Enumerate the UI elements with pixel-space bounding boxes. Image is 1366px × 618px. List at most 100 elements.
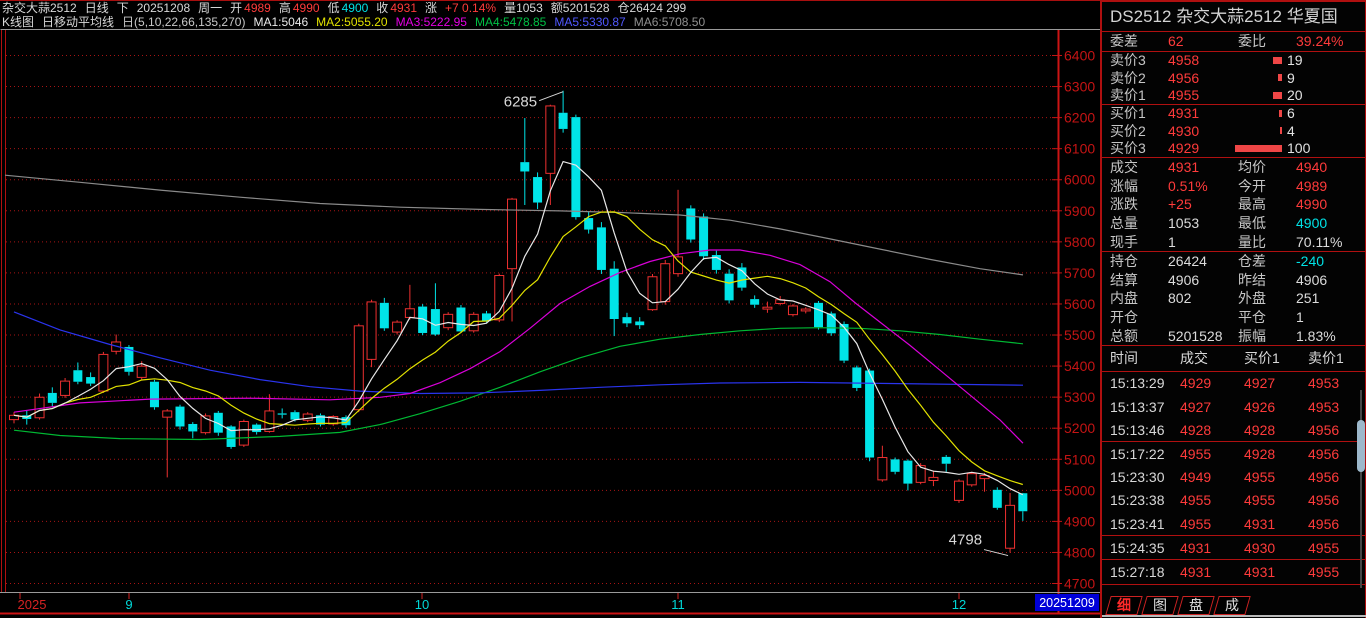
candle-up — [801, 309, 810, 311]
candle-down — [942, 457, 951, 464]
tape-row: 15:24:35493149304955 — [1102, 536, 1365, 559]
level-price: 4930 — [1168, 123, 1230, 139]
tape-row: 15:13:29492949274953 — [1102, 372, 1365, 395]
annotation-low: 4798 — [949, 532, 982, 549]
ma-legend-item: K线图 — [0, 16, 34, 29]
tab-成[interactable]: 成 — [1213, 596, 1250, 615]
level-volume: 4 — [1287, 123, 1295, 139]
tape-price: 4926 — [1244, 399, 1308, 415]
y-axis-label: 5600 — [1064, 296, 1095, 312]
candle-up — [35, 397, 44, 417]
ma-legend-item: MA6:5708.50 — [632, 16, 705, 29]
tape-price: 4955 — [1308, 564, 1362, 580]
candle-up — [61, 381, 70, 395]
tape-header: 时间 — [1110, 348, 1180, 368]
quote-field: 低 — [326, 1, 340, 16]
ma-legend-item: MA1:5046 — [251, 16, 308, 29]
candle-down — [622, 317, 631, 323]
candle-down — [827, 313, 836, 333]
quote-field: 下 — [115, 1, 129, 16]
tape-price: 4928 — [1244, 422, 1308, 438]
candle-up — [929, 477, 938, 480]
tab-盘[interactable]: 盘 — [1177, 596, 1214, 615]
x-axis-label: 2025 — [18, 597, 47, 612]
divider — [1102, 584, 1365, 585]
quote-field: 高 — [277, 1, 291, 16]
tape-price: 4931 — [1180, 540, 1244, 556]
candle-up — [878, 458, 887, 480]
quote-stat-row: 持仓26424仓差-240 — [1102, 252, 1365, 271]
x-axis-label: 12 — [952, 597, 966, 612]
tape-price: 4956 — [1308, 492, 1362, 508]
y-axis-label: 5300 — [1064, 389, 1095, 405]
candle-up — [648, 277, 657, 310]
candle-up — [405, 309, 414, 318]
ask-row: 卖价249569 — [1102, 69, 1365, 86]
candle-down — [635, 321, 644, 325]
quote-field: 仓26424 299 — [616, 1, 687, 16]
candle-up — [763, 307, 772, 309]
quote-field: 涨 — [423, 1, 437, 16]
candle-down — [597, 227, 606, 270]
tape-price: 4931 — [1244, 564, 1308, 580]
tape-price: 4955 — [1244, 469, 1308, 485]
quote-field: 周一 — [196, 1, 222, 16]
candle-down — [520, 162, 529, 171]
candle-up — [788, 306, 797, 315]
candlestick-chart[interactable]: 6400630062006100600059005800570056005500… — [0, 0, 1100, 618]
candle-down — [290, 412, 299, 419]
y-axis-label: 6100 — [1064, 141, 1095, 157]
tape-price: 4955 — [1180, 492, 1244, 508]
candle-up — [674, 257, 683, 274]
scrollbar-thumb[interactable] — [1357, 420, 1365, 472]
annotation-high: 6285 — [504, 94, 537, 111]
tape-time: 15:23:41 — [1110, 516, 1180, 532]
level-price: 4956 — [1168, 70, 1230, 86]
quote-stat-row: 成交4931均价4940 — [1102, 158, 1365, 177]
position-stats-block: 持仓26424仓差-240结算4906昨结4906内盘802外盘251开仓平仓1… — [1102, 252, 1365, 345]
candle-down — [188, 424, 197, 431]
quote-stat-row: 总量1053最低4900 — [1102, 214, 1365, 233]
candle-up — [1006, 505, 1015, 548]
y-axis-label: 4800 — [1064, 544, 1095, 560]
y-axis-label: 6400 — [1064, 48, 1095, 64]
tape-header: 卖价1 — [1308, 348, 1362, 368]
candle-down — [750, 299, 759, 305]
candle-down — [278, 413, 287, 414]
ask-row: 卖价1495520 — [1102, 86, 1365, 103]
tape-price: 4955 — [1308, 540, 1362, 556]
candle-down — [840, 324, 849, 361]
tape-price: 4956 — [1308, 516, 1362, 532]
tape-row: 15:13:46492849284956 — [1102, 418, 1365, 441]
tape-time: 15:13:29 — [1110, 375, 1180, 391]
tape-header-row: 时间成交买价1卖价1 — [1102, 346, 1365, 371]
y-axis-label: 6000 — [1064, 172, 1095, 188]
tape-time: 15:24:35 — [1110, 540, 1180, 556]
candle-down — [891, 459, 900, 471]
candle-up — [163, 411, 172, 417]
candle-up — [967, 474, 976, 485]
ma-legend-item: MA2:5055.20 — [314, 16, 387, 29]
weibi-label: 委比 — [1238, 31, 1296, 51]
tape-header: 成交 — [1180, 348, 1244, 368]
tape-time: 15:23:38 — [1110, 492, 1180, 508]
y-axis-label: 5200 — [1064, 420, 1095, 436]
tape-price: 4955 — [1180, 446, 1244, 462]
tape-price: 4927 — [1180, 399, 1244, 415]
candle-down — [150, 382, 159, 407]
tape-price: 4927 — [1244, 375, 1308, 391]
candle-up — [137, 366, 146, 377]
tape-price: 4930 — [1244, 540, 1308, 556]
tab-图[interactable]: 图 — [1141, 596, 1178, 615]
tab-细[interactable]: 细 — [1105, 596, 1142, 615]
tape-row: 15:13:37492749264953 — [1102, 395, 1365, 418]
quote-field: 量1053 — [502, 1, 543, 16]
ma-legend-bar: K线图日移动平均线日(5,10,22,66,135,270)MA1:5046MA… — [0, 16, 1100, 29]
candle-down — [533, 177, 542, 202]
x-axis-label: 20251209 — [1039, 596, 1095, 610]
candle-up — [99, 354, 108, 391]
app-window: 6400630062006100600059005800570056005500… — [0, 0, 1366, 618]
tape-row: 15:23:38495549554956 — [1102, 489, 1365, 512]
tape-price: 4956 — [1308, 422, 1362, 438]
quote-stat-row: 涨跌+25最高4990 — [1102, 195, 1365, 214]
